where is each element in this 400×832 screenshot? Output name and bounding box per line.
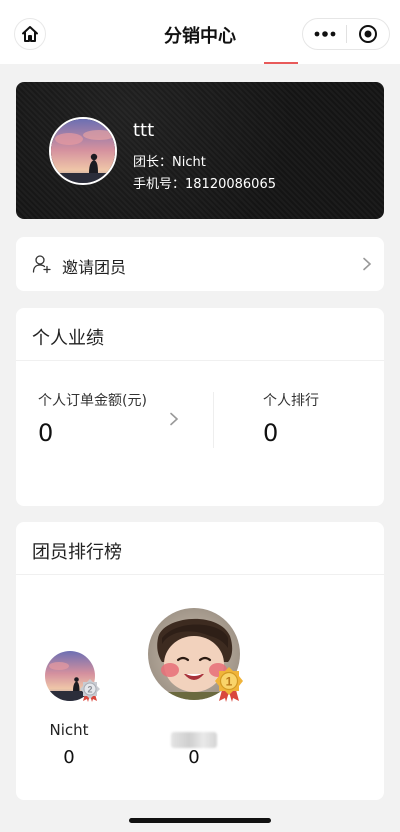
team-leader-text: 团长：Nicht bbox=[133, 155, 206, 170]
phone-text: 手机号：18120086065 bbox=[133, 177, 276, 192]
rank2-name: Nicht bbox=[49, 721, 89, 739]
rank-value: 0 bbox=[263, 419, 279, 447]
rank1-badge: 1 bbox=[226, 675, 233, 689]
more-button[interactable] bbox=[303, 19, 346, 49]
chevron-right-icon[interactable] bbox=[169, 412, 179, 426]
leaderboard-card: 团员排行榜 2 Nicht 0 1 0 bbox=[16, 522, 384, 800]
stat-divider bbox=[213, 392, 214, 448]
rank-label: 个人排行 bbox=[263, 393, 319, 409]
order-amount-label: 个人订单金额(元) bbox=[38, 393, 147, 409]
user-avatar bbox=[49, 117, 117, 185]
performance-card: 个人业绩 个人订单金额(元) 0 个人排行 0 bbox=[16, 308, 384, 506]
close-button[interactable] bbox=[347, 19, 389, 49]
active-indicator bbox=[264, 62, 298, 64]
mini-program-capsule bbox=[302, 18, 390, 50]
home-indicator bbox=[129, 818, 271, 823]
rank2-score: 0 bbox=[63, 747, 75, 768]
profile-card: ttt 团长：Nicht 手机号：18120086065 bbox=[16, 82, 384, 219]
chevron-right-icon bbox=[363, 257, 372, 271]
navigation-bar: 分销中心 bbox=[0, 0, 400, 64]
rank1-score: 0 bbox=[188, 747, 200, 768]
silver-medal-icon: 2 bbox=[80, 679, 100, 702]
card-divider bbox=[16, 574, 384, 575]
card-divider bbox=[16, 360, 384, 361]
leaderboard-title: 团员排行榜 bbox=[32, 542, 122, 563]
rank1-name-blurred bbox=[171, 732, 217, 748]
target-circle-icon bbox=[358, 25, 377, 43]
performance-title: 个人业绩 bbox=[32, 328, 104, 349]
invite-label: 邀请团员 bbox=[62, 258, 127, 277]
rank2-badge: 2 bbox=[87, 685, 92, 695]
user-name: ttt bbox=[133, 120, 155, 141]
order-amount-value: 0 bbox=[38, 419, 54, 447]
gold-medal-icon: 1 bbox=[215, 667, 243, 702]
more-dots-icon bbox=[314, 31, 335, 37]
add-user-icon bbox=[32, 255, 51, 274]
invite-member-row[interactable]: 邀请团员 bbox=[16, 237, 384, 291]
